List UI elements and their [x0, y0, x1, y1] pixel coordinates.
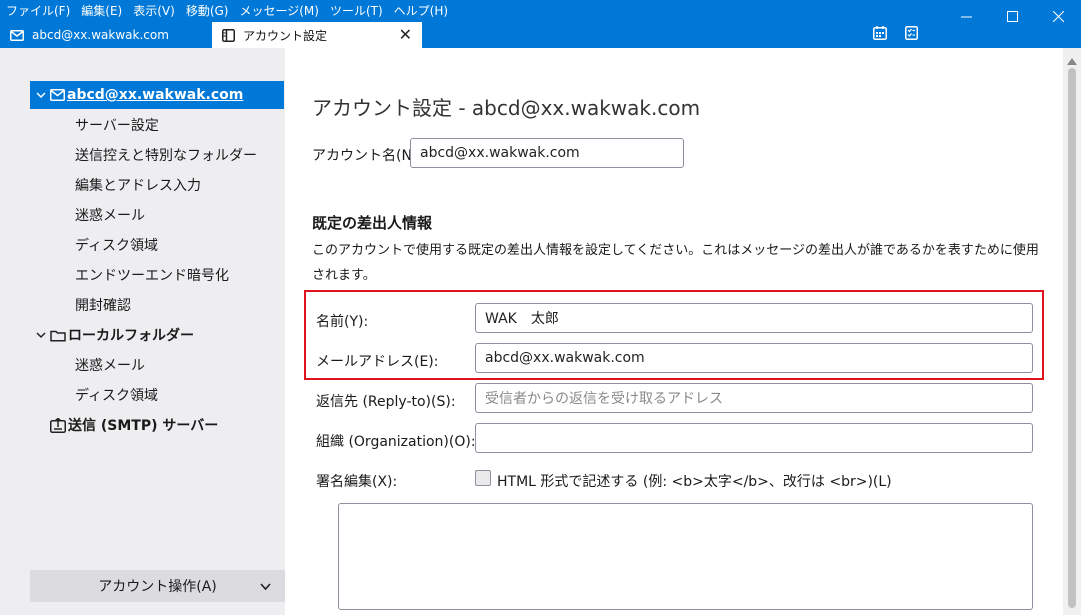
tab-account-settings[interactable]: アカウント設定 ✕: [212, 22, 422, 48]
menu-tools[interactable]: ツール(T): [330, 2, 383, 19]
menu-bar: ファイル(F) 編集(E) 表示(V) 移動(G) メッセージ(M) ツール(T…: [0, 0, 459, 20]
mail-icon: [50, 89, 65, 101]
close-icon: [1052, 10, 1064, 22]
identity-description: このアカウントで使用する既定の差出人情報を設定してください。これはメッセージの差…: [312, 243, 1039, 283]
account-name-input[interactable]: abcd@xx.wakwak.com: [410, 138, 684, 168]
menu-help[interactable]: ヘルプ(H): [394, 2, 448, 19]
menu-edit[interactable]: 編集(E): [81, 2, 122, 19]
menu-message[interactable]: メッセージ(M): [239, 2, 318, 19]
sidebar-item-local-folders[interactable]: ローカルフォルダー: [30, 321, 284, 349]
email-input[interactable]: abcd@xx.wakwak.com: [475, 343, 1033, 373]
sidebar-item-label: abcd@xx.wakwak.com: [67, 87, 244, 103]
email-label: メールアドレス(E):: [316, 354, 439, 370]
signature-label: 署名編集(X):: [316, 474, 398, 490]
minimize-icon: [960, 16, 972, 17]
account-sidebar: abcd@xx.wakwak.com サーバー設定 送信控えと特別なフォルダー …: [0, 48, 285, 615]
account-actions-button[interactable]: アカウント操作(A): [30, 570, 285, 602]
html-checkbox-label[interactable]: HTML 形式で記述する (例: <b>太字</b>、改行は <br>)(L): [497, 471, 892, 491]
name-label: 名前(Y):: [316, 314, 369, 330]
identity-heading: 既定の差出人情報: [312, 214, 433, 232]
html-signature-checkbox[interactable]: [475, 470, 491, 486]
sidebar-item-label: 迷惑メール: [75, 208, 145, 224]
sidebar-item-local-junk[interactable]: 迷惑メール: [30, 351, 284, 379]
sidebar-item-label: ディスク領域: [75, 388, 159, 404]
menu-go[interactable]: 移動(G): [186, 2, 229, 19]
account-name-label: アカウント名(N):: [312, 148, 423, 164]
tab-account-settings-label: アカウント設定: [243, 28, 328, 43]
sidebar-item-label: エンドツーエンド暗号化: [75, 268, 229, 284]
close-tab-icon[interactable]: ✕: [399, 25, 412, 44]
signature-textarea[interactable]: [338, 503, 1033, 610]
organization-input[interactable]: [475, 423, 1033, 453]
sidebar-item-copies-folders[interactable]: 送信控えと特別なフォルダー: [30, 141, 284, 169]
name-input[interactable]: WAK 太郎: [475, 303, 1033, 333]
sidebar-item-label: 送信 (SMTP) サーバー: [68, 418, 219, 434]
chevron-down-icon: [260, 579, 271, 595]
vertical-scrollbar[interactable]: [1063, 48, 1081, 615]
sidebar-item-label: 開封確認: [75, 298, 131, 314]
account-actions-label: アカウント操作(A): [98, 579, 217, 595]
tab-mail[interactable]: abcd@xx.wakwak.com: [0, 22, 212, 48]
scroll-thumb[interactable]: [1068, 68, 1076, 608]
menu-file[interactable]: ファイル(F): [6, 2, 70, 19]
sidebar-item-label: ローカルフォルダー: [68, 328, 194, 344]
sidebar-item-local-disk-space[interactable]: ディスク領域: [30, 381, 284, 409]
folder-icon: [50, 329, 66, 342]
menu-view[interactable]: 表示(V): [133, 2, 175, 19]
sidebar-item-smtp[interactable]: 送信 (SMTP) サーバー: [30, 411, 284, 439]
sidebar-item-label: ディスク領域: [75, 238, 159, 254]
chevron-down-icon[interactable]: [32, 91, 50, 99]
outgoing-server-icon: [50, 417, 66, 433]
sidebar-item-disk-space[interactable]: ディスク領域: [30, 231, 284, 259]
settings-tab-icon: [222, 28, 235, 42]
account-settings-pane: アカウント設定 - abcd@xx.wakwak.com アカウント名(N): …: [285, 48, 1063, 615]
sidebar-item-label: 送信控えと特別なフォルダー: [75, 148, 257, 164]
mail-icon: [10, 29, 24, 41]
sidebar-item-server-settings[interactable]: サーバー設定: [30, 111, 284, 139]
chevron-down-icon[interactable]: [32, 331, 50, 339]
sidebar-item-label: 編集とアドレス入力: [75, 178, 201, 194]
reply-to-label: 返信先 (Reply-to)(S):: [316, 394, 456, 410]
maximize-icon: [1006, 10, 1018, 22]
sidebar-item-e2e-encryption[interactable]: エンドツーエンド暗号化: [30, 261, 284, 289]
tasks-icon[interactable]: [905, 26, 918, 44]
sidebar-item-label: サーバー設定: [75, 118, 159, 134]
sidebar-item-receipts[interactable]: 開封確認: [30, 291, 284, 319]
tab-toolbar: [873, 26, 918, 44]
calendar-icon[interactable]: [873, 26, 887, 44]
page-title: アカウント設定 - abcd@xx.wakwak.com: [312, 96, 701, 120]
sidebar-item-account[interactable]: abcd@xx.wakwak.com: [30, 81, 284, 109]
reply-to-input[interactable]: 受信者からの返信を受け取るアドレス: [475, 383, 1033, 413]
sidebar-item-junk[interactable]: 迷惑メール: [30, 201, 284, 229]
tab-mail-label: abcd@xx.wakwak.com: [32, 28, 169, 42]
tab-strip: abcd@xx.wakwak.com アカウント設定 ✕: [0, 22, 1081, 48]
scroll-up-icon[interactable]: [1067, 54, 1077, 69]
title-bar: ファイル(F) 編集(E) 表示(V) 移動(G) メッセージ(M) ツール(T…: [0, 0, 1081, 48]
organization-label: 組織 (Organization)(O):: [316, 434, 476, 450]
sidebar-item-label: 迷惑メール: [75, 358, 145, 374]
sidebar-item-composition[interactable]: 編集とアドレス入力: [30, 171, 284, 199]
